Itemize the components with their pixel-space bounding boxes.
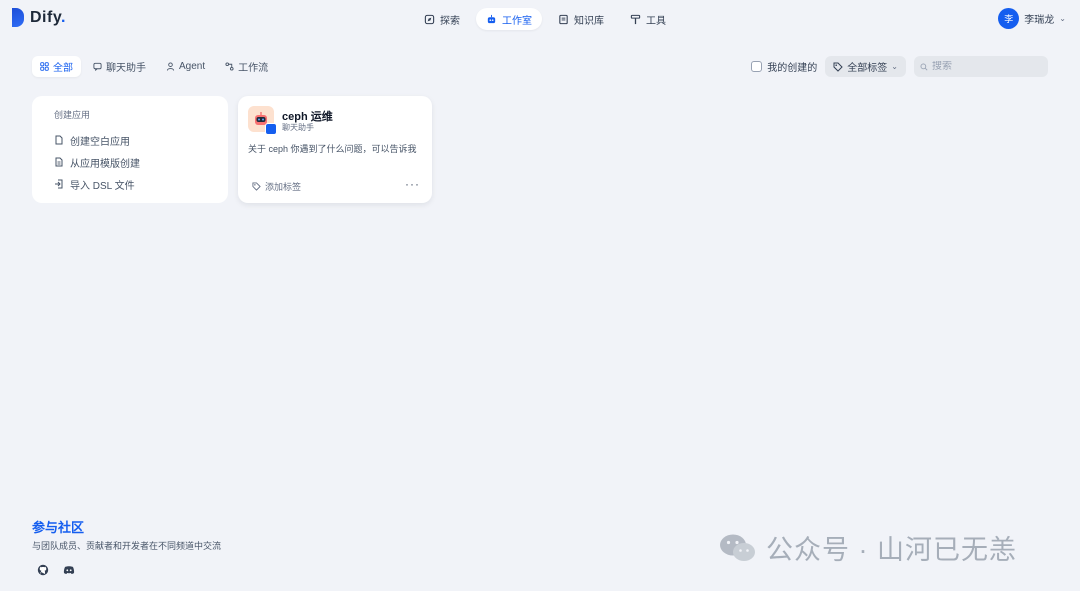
github-icon[interactable]	[37, 564, 49, 576]
tab-agent-label: Agent	[179, 61, 206, 72]
community-links	[32, 564, 221, 576]
watermark-text: 公众号 · 山河已无恙	[766, 535, 1017, 565]
chevron-down-icon: ⌄	[1059, 14, 1066, 23]
nav-studio-label: 工作室	[502, 15, 532, 27]
template-icon	[55, 157, 63, 167]
wechat-watermark: 公众号 · 山河已无恙	[718, 528, 1017, 567]
chat-icon	[93, 62, 102, 71]
file-plus-icon	[55, 135, 63, 145]
app-type-tabs: 全部 聊天助手 Agent 工作流	[32, 56, 276, 77]
discord-icon[interactable]	[63, 564, 75, 576]
search-box[interactable]	[914, 56, 1048, 77]
user-menu[interactable]: 李 李瑞龙 ⌄	[998, 8, 1066, 29]
user-name: 李瑞龙	[1024, 15, 1055, 26]
create-app-title: 创建应用	[54, 110, 91, 120]
checkbox-box[interactable]	[751, 61, 763, 72]
community-title: 参与社区	[32, 520, 85, 535]
add-tag-button[interactable]: 添加标签	[252, 180, 301, 193]
hammer-icon	[630, 14, 641, 24]
nav-explore[interactable]: 探索	[414, 8, 470, 30]
create-blank-app-label: 创建空白应用	[70, 136, 130, 148]
tag-filter-label: 全部标签	[847, 63, 888, 74]
import-dsl-button[interactable]: 导入 DSL 文件	[54, 173, 214, 195]
tab-all-label: 全部	[53, 63, 73, 74]
created-by-me-label: 我的创建的	[767, 63, 818, 74]
top-bar: Dify. 探索 工作室 知识库 工具 李 李瑞龙 ⌄	[0, 0, 1080, 38]
create-from-template-button[interactable]: 从应用模版创建	[54, 151, 214, 173]
nav-knowledge-label: 知识库	[574, 15, 604, 27]
created-by-me-checkbox[interactable]: 我的创建的	[751, 59, 817, 74]
logo-mark-icon	[12, 8, 24, 27]
nav-tools-label: 工具	[646, 15, 666, 27]
avatar: 李	[998, 8, 1020, 29]
search-input[interactable]	[932, 61, 1042, 72]
chevron-down-icon: ⌄	[891, 62, 898, 71]
brand-dot: .	[61, 8, 66, 26]
tag-icon	[252, 182, 261, 191]
tab-all[interactable]: 全部	[32, 56, 81, 77]
community-subtitle: 与团队成员、贡献者和开发者在不同频道中交流	[32, 541, 222, 551]
tab-chat-assistant[interactable]: 聊天助手	[85, 56, 154, 77]
create-blank-app-button[interactable]: 创建空白应用	[54, 129, 214, 151]
tag-icon	[833, 62, 844, 72]
tab-workflow[interactable]: 工作流	[217, 56, 276, 77]
main-nav: 探索 工作室 知识库 工具	[414, 8, 676, 30]
chat-badge-icon	[265, 123, 277, 135]
import-icon	[55, 179, 63, 189]
wechat-icon	[720, 534, 755, 561]
nav-knowledge[interactable]: 知识库	[548, 8, 614, 30]
add-tag-label: 添加标签	[265, 182, 302, 192]
brand-name: Dify	[30, 8, 62, 26]
tab-chat-assistant-label: 聊天助手	[106, 63, 146, 74]
create-app-card: 创建应用 创建空白应用 从应用模版创建 导入 DSL 文件	[32, 96, 228, 203]
app-description: 关于 ceph 你遇到了什么问题，可以告诉我	[248, 144, 417, 154]
robot-icon	[487, 14, 496, 23]
nav-tools[interactable]: 工具	[620, 8, 676, 30]
grid-icon	[40, 62, 49, 71]
create-from-template-label: 从应用模版创建	[70, 158, 140, 170]
tag-filter-dropdown[interactable]: 全部标签 ⌄	[825, 56, 906, 77]
book-icon	[559, 14, 568, 24]
nav-explore-label: 探索	[440, 15, 460, 27]
community-section: 参与社区 与团队成员、贡献者和开发者在不同频道中交流	[32, 517, 221, 576]
nav-studio[interactable]: 工作室	[476, 8, 542, 30]
filter-bar: 我的创建的 全部标签 ⌄	[751, 56, 1048, 77]
dify-logo[interactable]: Dify.	[12, 8, 66, 27]
app-toolbar: 全部 聊天助手 Agent 工作流 我的创建的 全部标签 ⌄	[32, 56, 1048, 78]
workflow-icon	[225, 62, 234, 71]
tab-workflow-label: 工作流	[238, 63, 269, 74]
import-dsl-label: 导入 DSL 文件	[70, 180, 135, 192]
search-icon	[920, 63, 928, 71]
tab-agent[interactable]: Agent	[158, 56, 213, 77]
more-options-icon[interactable]: ···	[405, 177, 420, 191]
compass-icon	[424, 14, 435, 24]
app-type: 聊天助手	[282, 123, 314, 132]
agent-icon	[166, 62, 175, 71]
app-card[interactable]: ceph 运维 聊天助手 关于 ceph 你遇到了什么问题，可以告诉我 添加标签…	[238, 96, 432, 203]
